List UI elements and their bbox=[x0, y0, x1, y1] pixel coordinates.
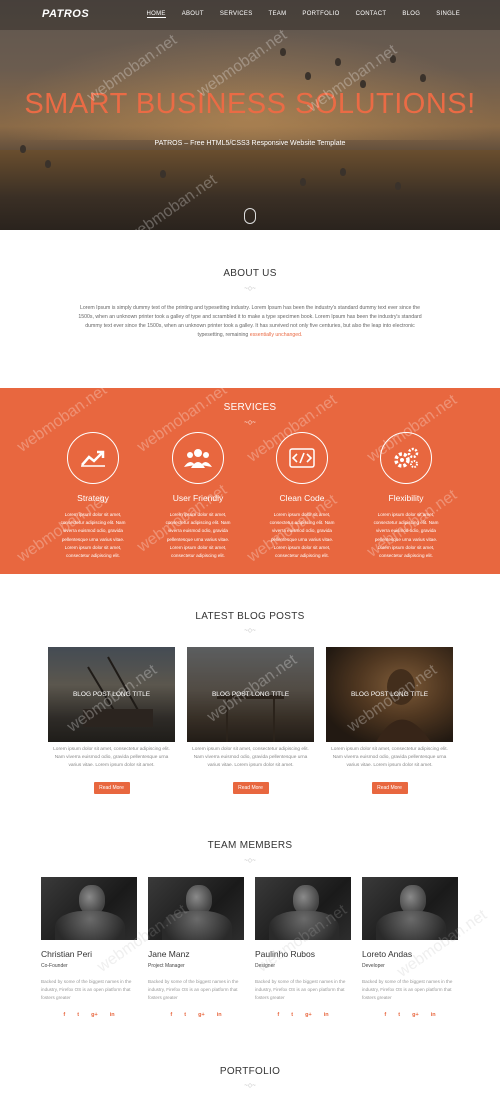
about-highlight-link[interactable]: essentially unchanged. bbox=[250, 332, 303, 338]
balloon bbox=[300, 178, 306, 186]
balloon bbox=[395, 182, 401, 190]
balloon bbox=[280, 48, 286, 56]
blog-title: LATEST BLOG POSTS bbox=[195, 611, 305, 622]
facebook-icon[interactable]: f bbox=[170, 1012, 172, 1018]
google-plus-icon[interactable]: g+ bbox=[91, 1012, 98, 1018]
about-title: ABOUT US bbox=[223, 268, 277, 279]
linkedin-icon[interactable]: in bbox=[324, 1012, 329, 1018]
twitter-icon[interactable]: t bbox=[184, 1012, 186, 1018]
nav-item-contact[interactable]: CONTACT bbox=[356, 11, 387, 18]
balloon bbox=[340, 168, 346, 176]
balloon bbox=[160, 170, 166, 178]
nav-item-blog[interactable]: BLOG bbox=[402, 11, 420, 18]
google-plus-icon[interactable]: g+ bbox=[305, 1012, 312, 1018]
facebook-icon[interactable]: f bbox=[384, 1012, 386, 1018]
blog-post-excerpt: Lorem ipsum dolor sit amet, consectetur … bbox=[53, 747, 170, 768]
nav-item-single[interactable]: SINGLE bbox=[436, 11, 460, 18]
section-divider: ~◇~ bbox=[244, 286, 256, 292]
balloon bbox=[335, 58, 341, 66]
hero-subtitle: PATROS – Free HTML5/CSS3 Responsive Webs… bbox=[154, 140, 346, 147]
member-name: Jane Manz bbox=[148, 949, 190, 959]
section-divider: ~◇~ bbox=[244, 858, 256, 864]
team-title: TEAM MEMBERS bbox=[207, 840, 293, 851]
twitter-icon[interactable]: t bbox=[398, 1012, 400, 1018]
google-plus-icon[interactable]: g+ bbox=[198, 1012, 205, 1018]
users-icon bbox=[172, 432, 224, 484]
member-desc: Backed by some of the biggest names in t… bbox=[41, 979, 132, 1000]
twitter-icon[interactable]: t bbox=[291, 1012, 293, 1018]
balloon bbox=[420, 74, 426, 82]
linkedin-icon[interactable]: in bbox=[217, 1012, 222, 1018]
facebook-icon[interactable]: f bbox=[63, 1012, 65, 1018]
member-role: Project Manager bbox=[148, 963, 185, 969]
read-more-button[interactable]: Read More bbox=[93, 782, 130, 794]
social-links: f t g+ in bbox=[255, 1012, 351, 1018]
hero-title: SMART BUSINESS SOLUTIONS! bbox=[24, 88, 476, 120]
nav-item-services[interactable]: SERVICES bbox=[220, 11, 253, 18]
member-desc: Backed by some of the biggest names in t… bbox=[362, 979, 453, 1000]
nav-item-team[interactable]: TEAM bbox=[269, 11, 287, 18]
member-desc: Backed by some of the biggest names in t… bbox=[148, 979, 239, 1000]
top-navbar: PATROS HOME ABOUT SERVICES TEAM PORTFOLI… bbox=[0, 0, 500, 30]
team-member: Jane Manz Project Manager Backed by some… bbox=[148, 877, 244, 1018]
chart-icon bbox=[67, 432, 119, 484]
section-divider: ~◇~ bbox=[244, 420, 256, 426]
section-divider: ~◇~ bbox=[244, 1083, 256, 1089]
balloon bbox=[305, 72, 311, 80]
site-logo[interactable]: PATROS bbox=[42, 8, 89, 20]
section-divider: ~◇~ bbox=[244, 628, 256, 634]
google-plus-icon[interactable]: g+ bbox=[412, 1012, 419, 1018]
facebook-icon[interactable]: f bbox=[277, 1012, 279, 1018]
portfolio-title: PORTFOLIO bbox=[219, 1066, 281, 1077]
social-links: f t g+ in bbox=[362, 1012, 458, 1018]
main-menu: HOME ABOUT SERVICES TEAM PORTFOLIO CONTA… bbox=[131, 11, 461, 18]
linkedin-icon[interactable]: in bbox=[431, 1012, 436, 1018]
blog-post-excerpt: Lorem ipsum dolor sit amet, consectetur … bbox=[331, 747, 448, 768]
read-more-button[interactable]: Read More bbox=[232, 782, 269, 794]
nav-item-home[interactable]: HOME bbox=[146, 11, 166, 18]
read-more-button[interactable]: Read More bbox=[371, 782, 408, 794]
nav-item-about[interactable]: ABOUT bbox=[182, 11, 204, 18]
nav-item-portfolio[interactable]: PORTFOLIO bbox=[302, 11, 339, 18]
twitter-icon[interactable]: t bbox=[77, 1012, 79, 1018]
blog-post-excerpt: Lorem ipsum dolor sit amet, consectetur … bbox=[192, 747, 309, 768]
hero-banner: SMART BUSINESS SOLUTIONS! PATROS – Free … bbox=[0, 0, 500, 230]
linkedin-icon[interactable]: in bbox=[110, 1012, 115, 1018]
balloon bbox=[45, 160, 51, 168]
member-photo bbox=[41, 877, 137, 940]
social-links: f t g+ in bbox=[148, 1012, 244, 1018]
about-text: Lorem Ipsum is simply dummy text of the … bbox=[78, 304, 422, 340]
mouse-scroll-icon[interactable] bbox=[244, 208, 256, 224]
social-links: f t g+ in bbox=[41, 1012, 137, 1018]
member-desc: Backed by some of the biggest names in t… bbox=[255, 979, 346, 1000]
